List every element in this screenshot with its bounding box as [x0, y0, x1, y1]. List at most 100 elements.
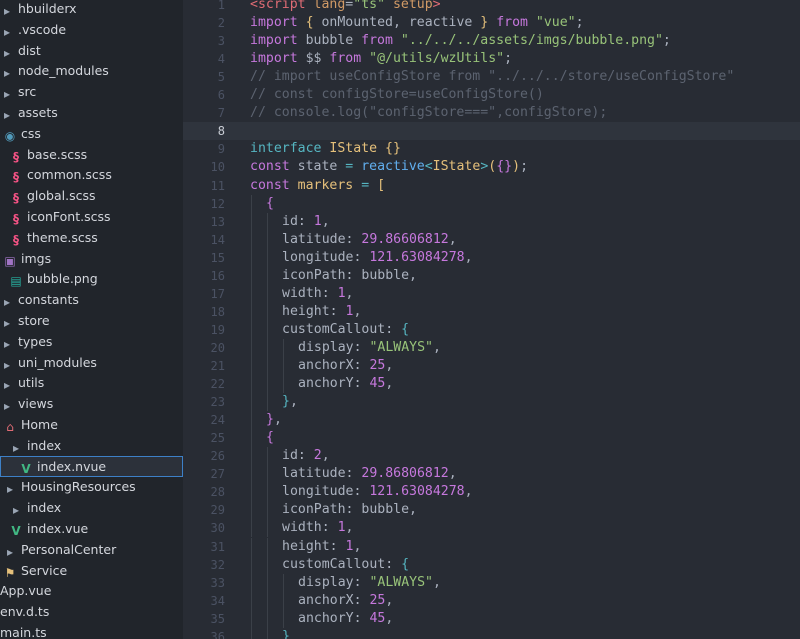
- code-line[interactable]: 9 interface IState {}: [183, 140, 800, 158]
- explorer-item[interactable]: ▸ index: [0, 435, 183, 456]
- code-line[interactable]: 25 {: [183, 429, 800, 448]
- explorer-item[interactable]: ▸ HousingResources: [0, 476, 183, 497]
- code-line[interactable]: 29 iconPath: bubble,: [183, 501, 800, 520]
- code-token: $$: [297, 51, 330, 67]
- code-line[interactable]: 3 import bubble from "../../../assets/img…: [183, 32, 800, 50]
- code-line[interactable]: 15 longitude: 121.63084278,: [183, 248, 800, 267]
- folder-icon: ▸: [3, 66, 11, 81]
- code-line[interactable]: 6 // const configStore=useConfigStore(): [183, 86, 800, 104]
- code-line[interactable]: 34 anchorX: 25,: [183, 591, 800, 610]
- explorer-item[interactable]: ⚑ Service: [0, 560, 183, 581]
- code-editor[interactable]: 1 <script lang="ts" setup> 2 import { onMou…: [183, 0, 800, 639]
- code-line[interactable]: 19 customCallout: {: [183, 320, 800, 339]
- code-line[interactable]: 18 height: 1,: [183, 302, 800, 321]
- indent-guide: [251, 465, 252, 484]
- code-line[interactable]: 12 {: [183, 194, 800, 213]
- code-token: width:: [282, 520, 338, 536]
- explorer-item[interactable]: ◉ css: [0, 123, 183, 144]
- code-text: import bubble from "../../../assets/imgs…: [250, 32, 671, 50]
- code-line[interactable]: 26 id: 2,: [183, 447, 800, 466]
- code-text: anchorY: 45,: [298, 610, 393, 628]
- indent-guide: [267, 447, 268, 466]
- code-token: anchorX:: [298, 592, 370, 608]
- explorer-item[interactable]: § base.scss: [0, 144, 183, 165]
- explorer-item[interactable]: § global.scss: [0, 185, 183, 206]
- code-line[interactable]: 35 anchorY: 45,: [183, 609, 800, 628]
- code-line[interactable]: 28 longitude: 121.63084278,: [183, 483, 800, 502]
- code-line[interactable]: 16 iconPath: bubble,: [183, 266, 800, 285]
- code-line[interactable]: 22 anchorY: 45,: [183, 375, 800, 394]
- code-line[interactable]: 32 customCallout: {: [183, 555, 800, 574]
- indent-guide: [251, 573, 252, 592]
- explorer-item[interactable]: ▣ imgs: [0, 248, 183, 269]
- code-line[interactable]: 2 import { onMounted, reactive } from "vu…: [183, 14, 800, 32]
- code-text: customCallout: {: [282, 556, 409, 574]
- code-token: 121.63084278: [369, 484, 465, 500]
- code-line[interactable]: 36}: [183, 627, 800, 639]
- explorer-item[interactable]: ▸ assets: [0, 102, 183, 123]
- indent-guide: [251, 609, 252, 628]
- indent-guide: [267, 320, 268, 339]
- code-line[interactable]: 13 id: 1,: [183, 212, 800, 231]
- explorer-item[interactable]: ▸ PersonalCenter: [0, 539, 183, 560]
- code-line[interactable]: 27 latitude: 29.86806812,: [183, 465, 800, 484]
- explorer-item[interactable]: ▸ utils: [0, 372, 183, 393]
- code-token: ,: [448, 466, 457, 482]
- explorer-item[interactable]: App.vue: [0, 580, 183, 601]
- explorer-item[interactable]: ▸ constants: [0, 289, 183, 310]
- explorer-item[interactable]: Vindex.nvue: [0, 455, 183, 477]
- explorer-item[interactable]: main.ts: [0, 622, 183, 639]
- code-line[interactable]: 33 display: "ALWAYS",: [183, 573, 800, 592]
- code-line[interactable]: 1 <script lang="ts" setup>: [183, 0, 800, 14]
- line-number: 21: [210, 359, 225, 373]
- code-token: 1: [337, 285, 346, 301]
- line-number: 18: [210, 304, 225, 319]
- code-line[interactable]: 17 width: 1,: [183, 284, 800, 303]
- code-line[interactable]: 24},: [183, 411, 800, 430]
- explorer-item[interactable]: ▤ bubble.png: [0, 268, 183, 289]
- explorer-item[interactable]: ▸ dist: [0, 40, 183, 61]
- explorer-item[interactable]: ▸ hbuilderx: [0, 0, 183, 19]
- explorer-item-label: .vscode: [18, 21, 67, 37]
- explorer-item[interactable]: ⌂ Home: [0, 414, 183, 435]
- indent-guide: [251, 501, 252, 520]
- code-token: [: [377, 177, 386, 193]
- code-line[interactable]: 30 width: 1,: [183, 519, 800, 538]
- code-line[interactable]: 20 display: "ALWAYS",: [183, 338, 800, 357]
- indent-guide: [267, 573, 268, 592]
- code-line[interactable]: 8: [183, 122, 800, 141]
- code-line[interactable]: 5 // import useConfigStore from "../../..…: [183, 68, 800, 86]
- explorer-item[interactable]: env.d.ts: [0, 601, 183, 622]
- folder-icon: ▸: [6, 544, 14, 559]
- explorer-item[interactable]: ▸ node_modules: [0, 60, 183, 81]
- code-line[interactable]: 7 // console.log("configStore===",configS…: [183, 104, 800, 122]
- code-line[interactable]: 14 latitude: 29.86606812,: [183, 230, 800, 249]
- folder-icon: ▸: [3, 378, 11, 393]
- explorer-item[interactable]: § iconFont.scss: [0, 206, 183, 227]
- code-line[interactable]: 11 const markers = [: [183, 177, 800, 195]
- code-line[interactable]: 31 height: 1,: [183, 537, 800, 556]
- code-token: "vue": [535, 15, 576, 31]
- code-token: ,: [353, 303, 362, 319]
- explorer-item[interactable]: ▸ uni_modules: [0, 352, 183, 373]
- code-token: height:: [282, 303, 346, 319]
- code-line[interactable]: 21 anchorX: 25,: [183, 357, 800, 375]
- scss-file-icon: §: [13, 212, 19, 226]
- code-line[interactable]: 4 import $$ from "@/utils/wzUtils";: [183, 50, 800, 68]
- line-number: 33: [210, 575, 225, 590]
- explorer-item[interactable]: ▸ types: [0, 331, 183, 352]
- explorer-item[interactable]: ▸ views: [0, 393, 183, 414]
- explorer-item[interactable]: ▸ index: [0, 497, 183, 518]
- explorer-item[interactable]: ▸ store: [0, 310, 183, 331]
- explorer-item[interactable]: Vindex.vue: [0, 518, 183, 539]
- explorer-item[interactable]: ▸ src: [0, 81, 183, 102]
- code-text: width: 1,: [282, 285, 353, 303]
- indent-guide: [251, 375, 252, 394]
- code-line[interactable]: 23},: [183, 393, 800, 412]
- explorer-item[interactable]: § theme.scss: [0, 227, 183, 248]
- code-token: "ts": [353, 0, 386, 12]
- explorer-item[interactable]: ▸ .vscode: [0, 19, 183, 40]
- code-line[interactable]: 10 const state = reactive<IState>({});: [183, 158, 800, 176]
- explorer-item[interactable]: § common.scss: [0, 164, 183, 185]
- code-token: const: [250, 177, 290, 193]
